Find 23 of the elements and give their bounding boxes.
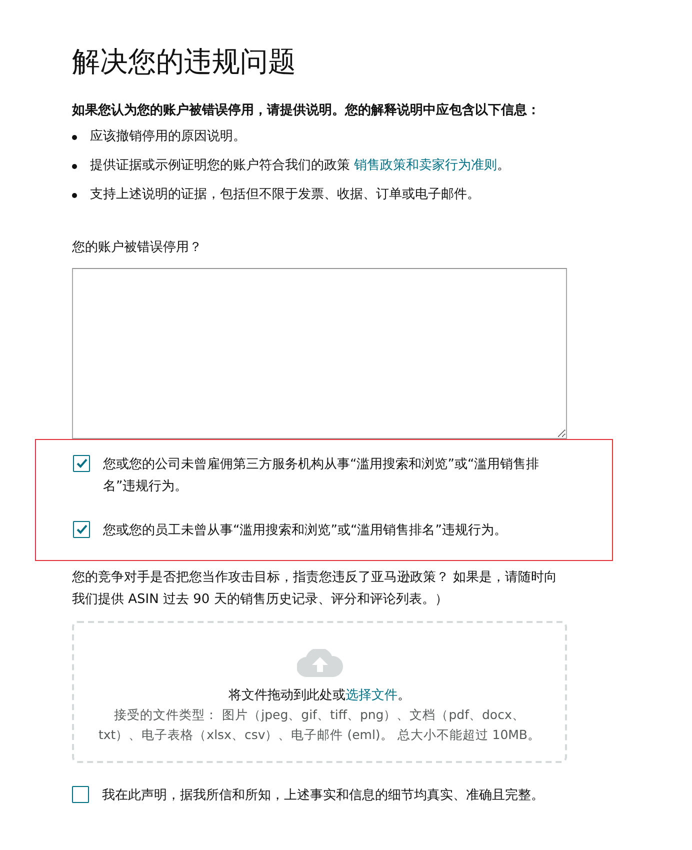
checkbox[interactable] xyxy=(73,521,90,538)
checkbox-label: 您或您的公司未曾雇佣第三方服务机构从事“滥用搜索和浏览”或“滥用销售排名”违规行为。 xyxy=(103,456,540,496)
accepted-types-text: 接受的文件类型： 图片（jpeg、gif、tiff、png）、文档（pdf、docx、txt）、电子表格（xlsx、csv）、电子邮件 (eml)。 总大小不能超过 10MB。 xyxy=(97,706,542,744)
policy-link[interactable]: 销售政策和卖家行为准则 xyxy=(354,158,498,173)
cloud-upload-icon xyxy=(296,649,342,677)
bullet-icon xyxy=(72,193,77,198)
bullet-text: 应该撤销停用的原因说明。 xyxy=(90,128,246,146)
drop-prompt: 将文件拖动到此处或选择文件。 xyxy=(228,687,410,705)
file-drop-zone[interactable]: 将文件拖动到此处或选择文件。 接受的文件类型： 图片（jpeg、gif、tiff、png）、文档（pdf、docx、txt）、电子表格（xlsx、csv）、电子邮件 (eml)。 总大小不能超过 10MB。 xyxy=(72,621,567,763)
competitor-note: 您的竞争对手是否把您当作攻击目标，指责您违反了亚马逊政策？ 如果是，请随时向我们提供 ASIN 过去 90 天的销售历史记录、评分和评论列表。） xyxy=(72,569,558,609)
bullet-icon xyxy=(72,135,77,140)
intro-text: 如果您认为您的账户被错误停用，请提供说明。您的解释说明中应包含以下信息： xyxy=(72,102,541,120)
bullet-icon xyxy=(72,164,77,169)
checkbox[interactable] xyxy=(73,455,90,472)
choose-file-link[interactable]: 选择文件 xyxy=(346,688,398,703)
bullet-text: 支持上述说明的证据，包括但不限于发票、收据、订单或电子邮件。 xyxy=(90,186,480,204)
checkbox[interactable] xyxy=(72,786,89,803)
checkbox-label: 我在此声明，据我所信和所知，上述事实和信息的细节均真实、准确且完整。 xyxy=(102,787,544,805)
bullet-text: 提供证据或示例证明您的账户符合我们的政策 销售政策和卖家行为准则。 xyxy=(90,157,510,175)
question-label: 您的账户被错误停用？ xyxy=(72,239,203,257)
page-title: 解决您的违规问题 xyxy=(72,44,297,80)
checkbox-label: 您或您的员工未曾从事“滥用搜索和浏览”或“滥用销售排名”违规行为。 xyxy=(103,522,507,540)
explanation-field[interactable] xyxy=(72,268,567,439)
